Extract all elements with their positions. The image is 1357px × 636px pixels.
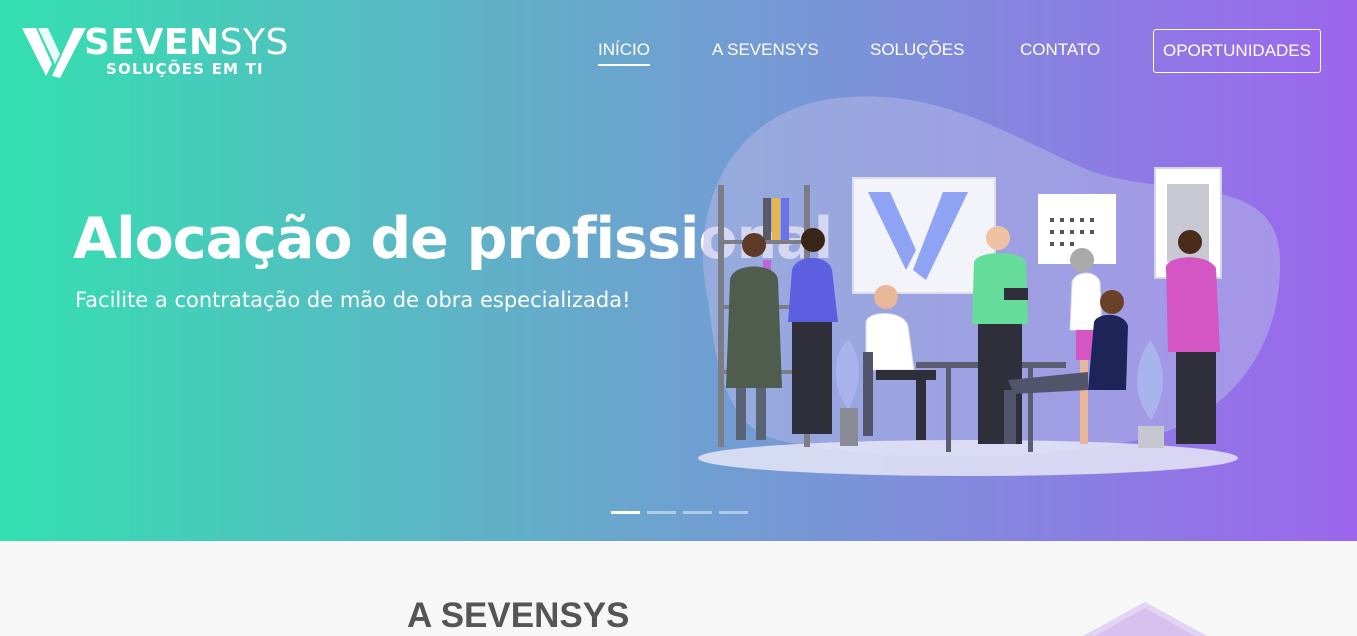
team-meeting-illustration [698, 96, 1281, 476]
nav-item-inicio[interactable]: INÍCIO [598, 40, 650, 66]
nav-item-contato[interactable]: CONTATO [1020, 40, 1100, 60]
slider-dot-3[interactable] [683, 511, 712, 514]
main-nav: INÍCIO A SEVENSYS SOLUÇÕES CONTATO OPORT… [0, 28, 1357, 74]
hero-subtitle: Facilite a contratação de mão de obra es… [75, 288, 631, 312]
decorative-diamond-icon [1082, 602, 1208, 636]
oportunidades-button[interactable]: OPORTUNIDADES [1153, 29, 1321, 73]
nav-item-solucoes[interactable]: SOLUÇÕES [870, 40, 964, 60]
nav-item-a-sevensys[interactable]: A SEVENSYS [712, 40, 819, 60]
hero-banner: SEVENSYS SOLUÇÕES EM TI INÍCIO A SEVENSY… [0, 0, 1357, 541]
slider-dot-4[interactable] [719, 511, 748, 514]
slider-dot-2[interactable] [647, 511, 676, 514]
about-section-title: A SEVENSYS [407, 596, 630, 635]
slider-dot-1[interactable] [611, 511, 640, 514]
